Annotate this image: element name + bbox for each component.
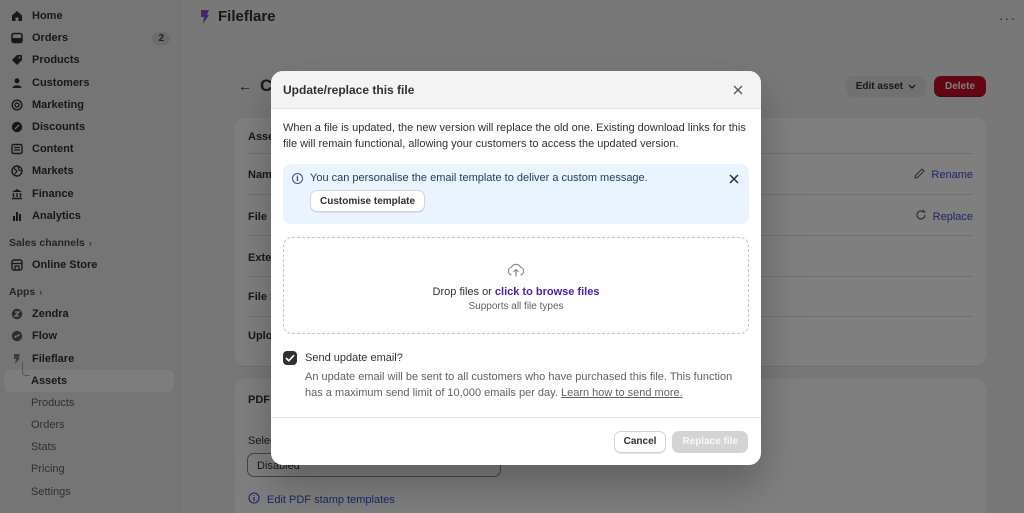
- file-dropzone[interactable]: Drop files or click to browse files Supp…: [283, 237, 749, 334]
- close-icon[interactable]: [729, 81, 747, 99]
- browse-files-link[interactable]: click to browse files: [495, 286, 600, 298]
- modal-title: Update/replace this file: [283, 82, 415, 97]
- send-update-email-checkbox[interactable]: [283, 351, 297, 365]
- cancel-button[interactable]: Cancel: [613, 430, 667, 453]
- info-icon: i: [292, 173, 303, 184]
- send-update-email-label[interactable]: Send update email?: [305, 352, 403, 364]
- dismiss-banner-icon[interactable]: [729, 172, 739, 187]
- modal-footer: Cancel Replace file: [271, 417, 761, 465]
- customise-template-button[interactable]: Customise template: [310, 190, 426, 212]
- banner-text: You can personalise the email template t…: [310, 172, 648, 184]
- drop-instructions: Drop files or click to browse files: [432, 285, 600, 298]
- send-update-email-row: Send update email?: [283, 351, 749, 365]
- replace-file-modal: Update/replace this file When a file is …: [271, 71, 761, 465]
- upload-cloud-icon: [506, 262, 526, 281]
- email-help-text: An update email will be sent to all cust…: [305, 371, 733, 399]
- supported-types-text: Supports all file types: [468, 300, 564, 312]
- replace-file-button[interactable]: Replace file: [672, 430, 748, 453]
- info-banner: i You can personalise the email template…: [283, 164, 749, 224]
- modal-description: When a file is updated, the new version …: [283, 122, 746, 150]
- modal-body: When a file is updated, the new version …: [271, 109, 761, 401]
- modal-header: Update/replace this file: [271, 71, 761, 109]
- learn-more-link[interactable]: Learn how to send more.: [561, 387, 683, 399]
